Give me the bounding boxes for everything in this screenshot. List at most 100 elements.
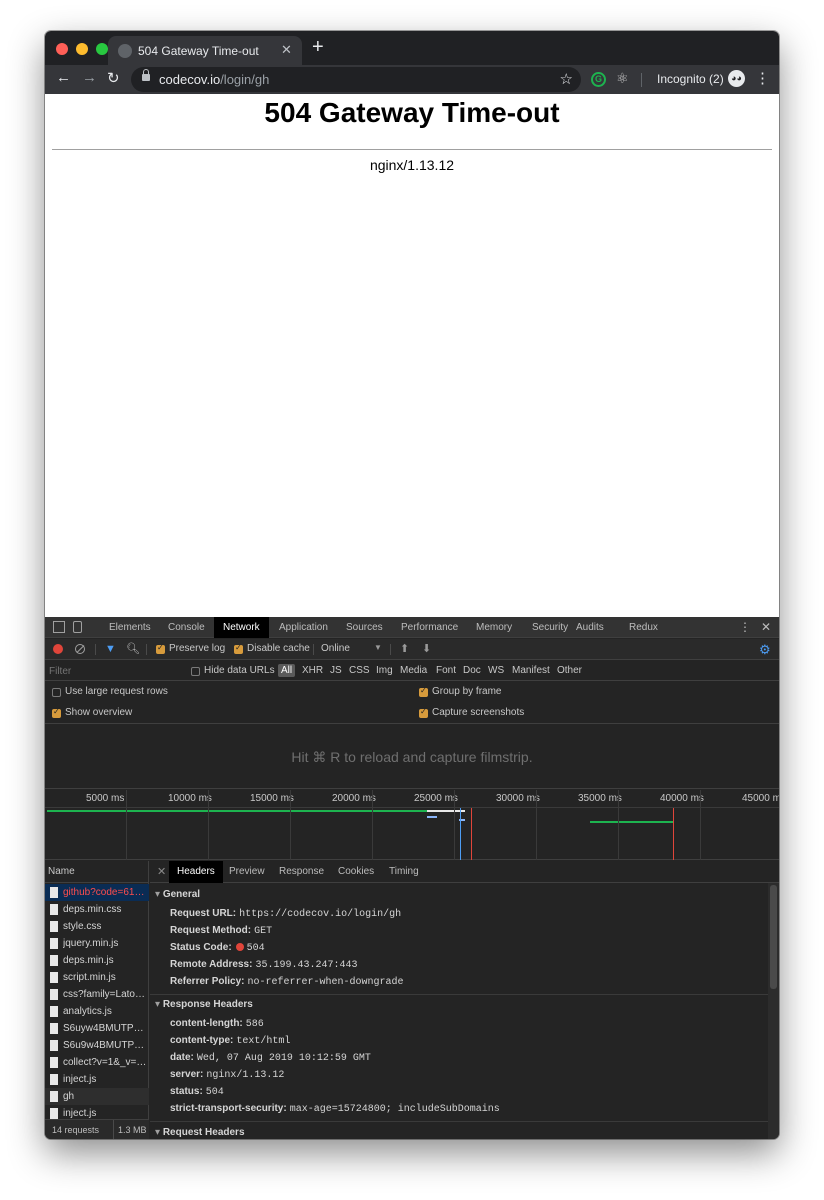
reload-button[interactable]: ↻ [107, 69, 120, 87]
type-filter-css[interactable]: CSS [349, 665, 370, 676]
disable-cache-checkbox[interactable] [234, 643, 243, 654]
tab-console[interactable]: Console [159, 617, 214, 638]
filter-input[interactable] [49, 664, 179, 678]
tab-application[interactable]: Application [270, 617, 337, 638]
tab-timing[interactable]: Timing [381, 861, 427, 883]
toolbar-separator [95, 644, 96, 655]
preserve-log-checkbox[interactable] [156, 643, 165, 654]
request-row[interactable]: css?family=Lato… [45, 986, 149, 1003]
header-value: 504 [205, 1087, 224, 1098]
devtools-menu-icon[interactable]: ⋮ [739, 620, 751, 634]
browser-window: 504 Gateway Time-out ✕ + ← → ↻ codecov.i… [45, 31, 779, 1139]
tab-redux[interactable]: Redux [620, 617, 667, 638]
type-filter-other[interactable]: Other [557, 665, 582, 676]
request-row[interactable]: S6u9w4BMUTP… [45, 1037, 149, 1054]
details-scrollbar[interactable] [768, 883, 779, 1139]
tab-preview[interactable]: Preview [221, 861, 273, 883]
header-key: server: [170, 1069, 204, 1080]
request-timing-bar [590, 821, 674, 823]
tab-audits[interactable]: Audits [567, 617, 613, 638]
minimize-window-button[interactable] [76, 43, 88, 55]
type-filter-img[interactable]: Img [376, 665, 393, 676]
type-filter-doc[interactable]: Doc [463, 665, 481, 676]
filmstrip-hint: Hit ⌘ R to reload and capture filmstrip. [291, 749, 533, 765]
request-row[interactable]: inject.js [45, 1071, 149, 1088]
header-key: content-type: [170, 1035, 234, 1046]
inspect-element-icon[interactable] [53, 621, 65, 633]
request-row[interactable]: S6uyw4BMUTP… [45, 1020, 149, 1037]
tab-title: 504 Gateway Time-out [138, 44, 259, 58]
export-har-icon[interactable]: ⬇ [422, 642, 431, 655]
show-overview-checkbox[interactable] [52, 707, 61, 718]
large-rows-checkbox[interactable] [52, 688, 61, 697]
search-icon[interactable]: 🔍︎ [126, 642, 140, 655]
record-button[interactable] [53, 644, 63, 654]
request-row[interactable]: style.css [45, 918, 149, 935]
forward-button[interactable]: → [82, 69, 97, 86]
request-row[interactable]: collect?v=1&_v=… [45, 1054, 149, 1071]
type-filter-font[interactable]: Font [436, 665, 456, 676]
device-toolbar-icon[interactable] [73, 621, 82, 633]
capture-screenshots-checkbox[interactable] [419, 707, 428, 718]
request-row[interactable]: script.min.js [45, 969, 149, 986]
settings-gear-icon[interactable]: ⚙ [759, 642, 771, 658]
close-window-button[interactable] [56, 43, 68, 55]
tab-response[interactable]: Response [271, 861, 332, 883]
tab-elements[interactable]: Elements [100, 617, 160, 638]
request-name: collect?v=1&_v=… [63, 1057, 147, 1068]
document-icon [50, 1006, 58, 1017]
tab-sources[interactable]: Sources [337, 617, 392, 638]
browser-menu-icon[interactable]: ⋮ [755, 69, 770, 87]
type-filter-all[interactable]: All [278, 664, 296, 677]
header-key: status: [170, 1086, 203, 1097]
network-overview[interactable]: 5000 ms 10000 ms 15000 ms 20000 ms 25000 ms 3… [45, 790, 779, 860]
response-header-row: date: Wed, 07 Aug 2019 10:12:59 GMT [170, 1052, 371, 1064]
address-bar[interactable]: codecov.io/login/gh ☆ [131, 67, 581, 92]
status-error-icon [235, 943, 244, 951]
request-row[interactable]: github?code=61… [45, 884, 149, 901]
group-by-frame-checkbox[interactable] [419, 686, 428, 697]
general-section-title[interactable]: General [155, 889, 200, 900]
type-filter-js[interactable]: JS [330, 665, 342, 676]
type-filter-ws[interactable]: WS [488, 665, 504, 676]
name-column-header[interactable]: Name [45, 861, 149, 883]
clear-button[interactable] [75, 644, 85, 654]
close-tab-icon[interactable]: ✕ [281, 42, 292, 58]
back-button[interactable]: ← [56, 69, 71, 86]
request-row[interactable]: gh [45, 1088, 149, 1105]
page-content: 504 Gateway Time-out nginx/1.13.12 [45, 94, 779, 617]
hide-data-urls-checkbox[interactable] [191, 667, 200, 676]
incognito-label[interactable]: Incognito (2) [657, 72, 724, 86]
request-headers-section-title[interactable]: Request Headers [155, 1127, 245, 1138]
header-value: max-age=15724800; includeSubDomains [289, 1104, 500, 1115]
bookmark-star-icon[interactable]: ☆ [560, 70, 573, 88]
type-filter-media[interactable]: Media [400, 665, 427, 676]
tab-headers[interactable]: Headers [169, 861, 223, 883]
timeline-tick-label: 40000 ms [660, 793, 704, 804]
response-headers-section-title[interactable]: Response Headers [155, 999, 253, 1010]
type-filter-xhr[interactable]: XHR [302, 665, 323, 676]
request-row[interactable]: jquery.min.js [45, 935, 149, 952]
grammarly-extension-icon[interactable]: G [591, 72, 606, 87]
maximize-window-button[interactable] [96, 43, 108, 55]
close-devtools-icon[interactable]: ✕ [761, 620, 771, 634]
filter-icon[interactable]: ▼ [105, 643, 116, 655]
request-row[interactable]: analytics.js [45, 1003, 149, 1020]
disable-cache-label: Disable cache [247, 643, 310, 654]
tab-network[interactable]: Network [214, 617, 269, 638]
divider [52, 149, 772, 150]
header-value: text/html [236, 1036, 291, 1047]
request-row[interactable]: deps.min.js [45, 952, 149, 969]
close-details-icon[interactable]: ✕ [157, 865, 166, 878]
import-har-icon[interactable]: ⬆ [400, 642, 409, 655]
scrollbar-thumb[interactable] [770, 885, 777, 989]
incognito-icon[interactable]: ◕◕ [728, 70, 745, 87]
new-tab-button[interactable]: + [312, 37, 324, 57]
tab-performance[interactable]: Performance [392, 617, 467, 638]
tab-memory[interactable]: Memory [467, 617, 521, 638]
tab-cookies[interactable]: Cookies [330, 861, 382, 883]
request-row[interactable]: deps.min.css [45, 901, 149, 918]
type-filter-manifest[interactable]: Manifest [512, 665, 550, 676]
react-devtools-extension-icon[interactable]: ⚛ [616, 70, 629, 87]
browser-tab[interactable]: 504 Gateway Time-out ✕ [108, 36, 302, 65]
